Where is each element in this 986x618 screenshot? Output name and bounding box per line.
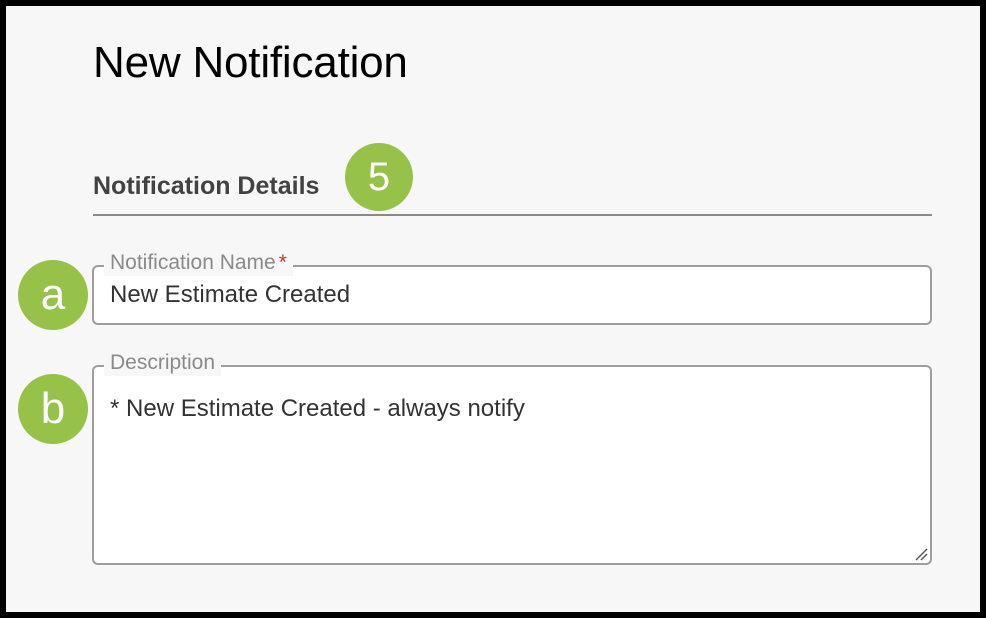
- description-value[interactable]: * New Estimate Created - always notify: [110, 394, 525, 424]
- notification-name-value[interactable]: New Estimate Created: [110, 280, 350, 310]
- step-badge-a: a: [18, 260, 88, 330]
- resize-handle-icon[interactable]: [914, 547, 928, 561]
- notification-name-label: Notification Name *: [104, 250, 293, 276]
- step-badge-5: 5: [345, 143, 413, 211]
- page-title: New Notification: [93, 38, 408, 87]
- description-field[interactable]: Description * New Estimate Created - alw…: [92, 350, 932, 565]
- notification-name-label-text: Notification Name: [110, 251, 276, 274]
- notification-form-panel: New Notification Notification Details 5 …: [0, 0, 986, 618]
- section-title: Notification Details: [93, 172, 320, 200]
- notification-name-field[interactable]: Notification Name * New Estimate Created: [92, 250, 932, 325]
- required-mark: *: [278, 251, 287, 274]
- description-label: Description: [104, 350, 222, 376]
- section-divider: [93, 214, 932, 216]
- description-label-text: Description: [110, 351, 216, 374]
- step-badge-b: b: [18, 374, 88, 444]
